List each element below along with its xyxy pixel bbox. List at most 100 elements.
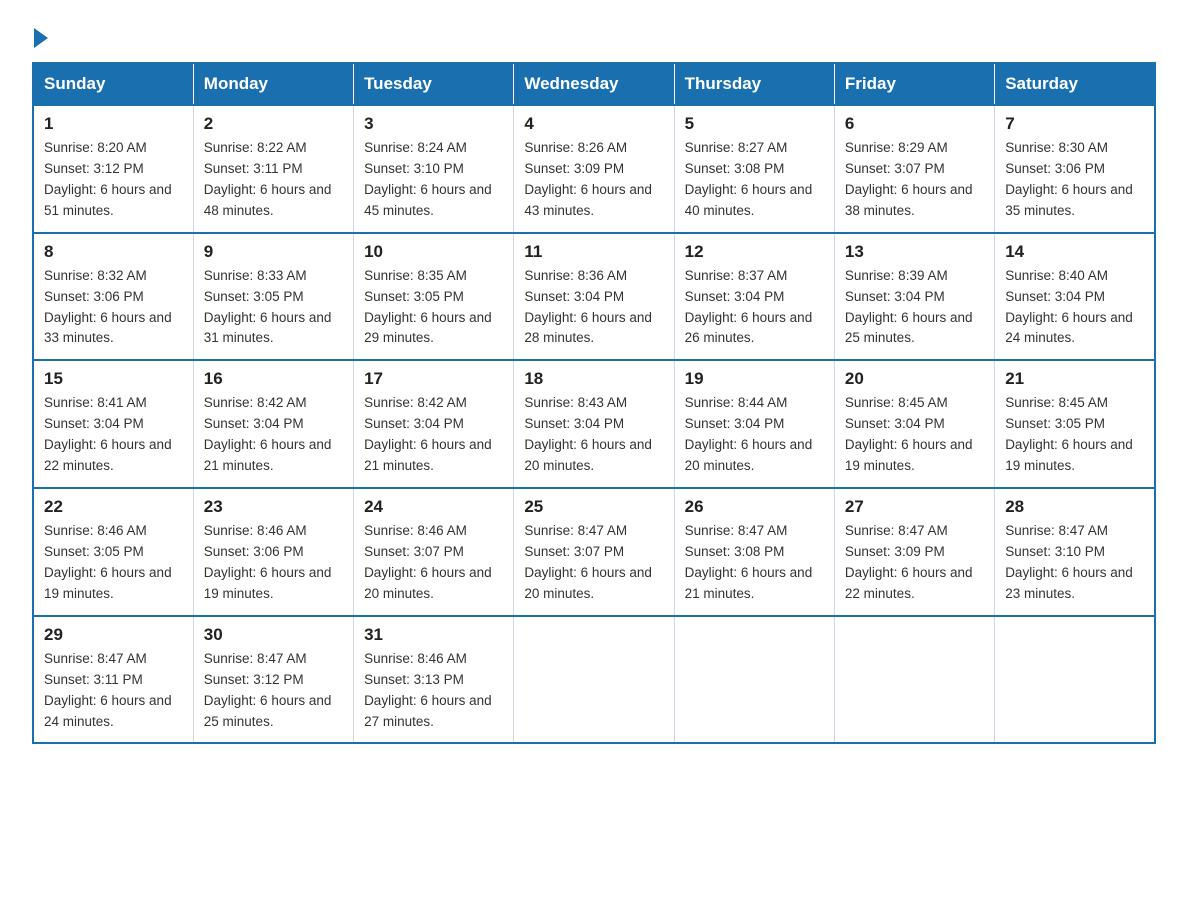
calendar-cell: 28 Sunrise: 8:47 AM Sunset: 3:10 PM Dayl… xyxy=(995,488,1155,616)
page-header xyxy=(32,24,1156,46)
sunset-label: Sunset: 3:07 PM xyxy=(524,544,624,559)
calendar-header-wednesday: Wednesday xyxy=(514,63,674,105)
sunset-label: Sunset: 3:12 PM xyxy=(44,161,144,176)
day-number: 27 xyxy=(845,497,984,517)
calendar-cell: 18 Sunrise: 8:43 AM Sunset: 3:04 PM Dayl… xyxy=(514,360,674,488)
daylight-label: Daylight: 6 hours and 40 minutes. xyxy=(685,182,813,218)
sunrise-label: Sunrise: 8:32 AM xyxy=(44,268,147,283)
calendar-cell xyxy=(514,616,674,744)
daylight-label: Daylight: 6 hours and 19 minutes. xyxy=(44,565,172,601)
day-number: 2 xyxy=(204,114,343,134)
calendar-cell: 30 Sunrise: 8:47 AM Sunset: 3:12 PM Dayl… xyxy=(193,616,353,744)
calendar-cell: 2 Sunrise: 8:22 AM Sunset: 3:11 PM Dayli… xyxy=(193,105,353,233)
sunset-label: Sunset: 3:09 PM xyxy=(845,544,945,559)
sunrise-label: Sunrise: 8:45 AM xyxy=(1005,395,1108,410)
sunset-label: Sunset: 3:09 PM xyxy=(524,161,624,176)
day-number: 13 xyxy=(845,242,984,262)
day-info: Sunrise: 8:29 AM Sunset: 3:07 PM Dayligh… xyxy=(845,138,984,222)
day-info: Sunrise: 8:24 AM Sunset: 3:10 PM Dayligh… xyxy=(364,138,503,222)
sunrise-label: Sunrise: 8:42 AM xyxy=(204,395,307,410)
calendar-cell xyxy=(834,616,994,744)
daylight-label: Daylight: 6 hours and 48 minutes. xyxy=(204,182,332,218)
daylight-label: Daylight: 6 hours and 35 minutes. xyxy=(1005,182,1133,218)
calendar-cell: 17 Sunrise: 8:42 AM Sunset: 3:04 PM Dayl… xyxy=(354,360,514,488)
day-info: Sunrise: 8:33 AM Sunset: 3:05 PM Dayligh… xyxy=(204,266,343,350)
daylight-label: Daylight: 6 hours and 25 minutes. xyxy=(845,310,973,346)
day-info: Sunrise: 8:46 AM Sunset: 3:06 PM Dayligh… xyxy=(204,521,343,605)
sunset-label: Sunset: 3:04 PM xyxy=(1005,289,1105,304)
logo-arrow-icon xyxy=(34,28,48,48)
day-info: Sunrise: 8:45 AM Sunset: 3:04 PM Dayligh… xyxy=(845,393,984,477)
day-info: Sunrise: 8:45 AM Sunset: 3:05 PM Dayligh… xyxy=(1005,393,1144,477)
daylight-label: Daylight: 6 hours and 33 minutes. xyxy=(44,310,172,346)
daylight-label: Daylight: 6 hours and 45 minutes. xyxy=(364,182,492,218)
calendar-cell: 10 Sunrise: 8:35 AM Sunset: 3:05 PM Dayl… xyxy=(354,233,514,361)
sunset-label: Sunset: 3:08 PM xyxy=(685,161,785,176)
calendar-cell: 24 Sunrise: 8:46 AM Sunset: 3:07 PM Dayl… xyxy=(354,488,514,616)
sunrise-label: Sunrise: 8:46 AM xyxy=(364,523,467,538)
sunrise-label: Sunrise: 8:47 AM xyxy=(524,523,627,538)
calendar-cell: 21 Sunrise: 8:45 AM Sunset: 3:05 PM Dayl… xyxy=(995,360,1155,488)
daylight-label: Daylight: 6 hours and 23 minutes. xyxy=(1005,565,1133,601)
sunset-label: Sunset: 3:04 PM xyxy=(44,416,144,431)
day-info: Sunrise: 8:47 AM Sunset: 3:07 PM Dayligh… xyxy=(524,521,663,605)
day-number: 3 xyxy=(364,114,503,134)
day-info: Sunrise: 8:37 AM Sunset: 3:04 PM Dayligh… xyxy=(685,266,824,350)
calendar-table: SundayMondayTuesdayWednesdayThursdayFrid… xyxy=(32,62,1156,744)
day-number: 28 xyxy=(1005,497,1144,517)
day-number: 17 xyxy=(364,369,503,389)
calendar-cell: 9 Sunrise: 8:33 AM Sunset: 3:05 PM Dayli… xyxy=(193,233,353,361)
day-info: Sunrise: 8:41 AM Sunset: 3:04 PM Dayligh… xyxy=(44,393,183,477)
calendar-header-friday: Friday xyxy=(834,63,994,105)
daylight-label: Daylight: 6 hours and 20 minutes. xyxy=(524,437,652,473)
sunrise-label: Sunrise: 8:41 AM xyxy=(44,395,147,410)
day-info: Sunrise: 8:42 AM Sunset: 3:04 PM Dayligh… xyxy=(204,393,343,477)
sunrise-label: Sunrise: 8:44 AM xyxy=(685,395,788,410)
calendar-cell: 31 Sunrise: 8:46 AM Sunset: 3:13 PM Dayl… xyxy=(354,616,514,744)
sunset-label: Sunset: 3:05 PM xyxy=(364,289,464,304)
sunset-label: Sunset: 3:04 PM xyxy=(204,416,304,431)
day-info: Sunrise: 8:46 AM Sunset: 3:07 PM Dayligh… xyxy=(364,521,503,605)
sunrise-label: Sunrise: 8:47 AM xyxy=(1005,523,1108,538)
sunset-label: Sunset: 3:07 PM xyxy=(364,544,464,559)
day-number: 14 xyxy=(1005,242,1144,262)
daylight-label: Daylight: 6 hours and 20 minutes. xyxy=(685,437,813,473)
calendar-week-row: 1 Sunrise: 8:20 AM Sunset: 3:12 PM Dayli… xyxy=(33,105,1155,233)
sunset-label: Sunset: 3:04 PM xyxy=(685,289,785,304)
sunrise-label: Sunrise: 8:46 AM xyxy=(204,523,307,538)
day-number: 23 xyxy=(204,497,343,517)
daylight-label: Daylight: 6 hours and 43 minutes. xyxy=(524,182,652,218)
sunrise-label: Sunrise: 8:43 AM xyxy=(524,395,627,410)
calendar-cell: 12 Sunrise: 8:37 AM Sunset: 3:04 PM Dayl… xyxy=(674,233,834,361)
calendar-cell: 15 Sunrise: 8:41 AM Sunset: 3:04 PM Dayl… xyxy=(33,360,193,488)
day-info: Sunrise: 8:47 AM Sunset: 3:09 PM Dayligh… xyxy=(845,521,984,605)
daylight-label: Daylight: 6 hours and 19 minutes. xyxy=(845,437,973,473)
sunrise-label: Sunrise: 8:37 AM xyxy=(685,268,788,283)
day-info: Sunrise: 8:47 AM Sunset: 3:08 PM Dayligh… xyxy=(685,521,824,605)
day-info: Sunrise: 8:39 AM Sunset: 3:04 PM Dayligh… xyxy=(845,266,984,350)
day-info: Sunrise: 8:26 AM Sunset: 3:09 PM Dayligh… xyxy=(524,138,663,222)
day-info: Sunrise: 8:20 AM Sunset: 3:12 PM Dayligh… xyxy=(44,138,183,222)
sunset-label: Sunset: 3:05 PM xyxy=(204,289,304,304)
calendar-cell: 6 Sunrise: 8:29 AM Sunset: 3:07 PM Dayli… xyxy=(834,105,994,233)
day-info: Sunrise: 8:36 AM Sunset: 3:04 PM Dayligh… xyxy=(524,266,663,350)
calendar-cell: 29 Sunrise: 8:47 AM Sunset: 3:11 PM Dayl… xyxy=(33,616,193,744)
calendar-cell: 3 Sunrise: 8:24 AM Sunset: 3:10 PM Dayli… xyxy=(354,105,514,233)
daylight-label: Daylight: 6 hours and 21 minutes. xyxy=(685,565,813,601)
sunrise-label: Sunrise: 8:47 AM xyxy=(204,651,307,666)
calendar-cell: 1 Sunrise: 8:20 AM Sunset: 3:12 PM Dayli… xyxy=(33,105,193,233)
calendar-cell: 22 Sunrise: 8:46 AM Sunset: 3:05 PM Dayl… xyxy=(33,488,193,616)
calendar-header-sunday: Sunday xyxy=(33,63,193,105)
day-number: 15 xyxy=(44,369,183,389)
sunset-label: Sunset: 3:07 PM xyxy=(845,161,945,176)
calendar-header-thursday: Thursday xyxy=(674,63,834,105)
daylight-label: Daylight: 6 hours and 31 minutes. xyxy=(204,310,332,346)
sunset-label: Sunset: 3:04 PM xyxy=(524,289,624,304)
daylight-label: Daylight: 6 hours and 29 minutes. xyxy=(364,310,492,346)
day-number: 24 xyxy=(364,497,503,517)
daylight-label: Daylight: 6 hours and 24 minutes. xyxy=(1005,310,1133,346)
day-info: Sunrise: 8:32 AM Sunset: 3:06 PM Dayligh… xyxy=(44,266,183,350)
day-number: 12 xyxy=(685,242,824,262)
sunset-label: Sunset: 3:08 PM xyxy=(685,544,785,559)
calendar-cell: 4 Sunrise: 8:26 AM Sunset: 3:09 PM Dayli… xyxy=(514,105,674,233)
